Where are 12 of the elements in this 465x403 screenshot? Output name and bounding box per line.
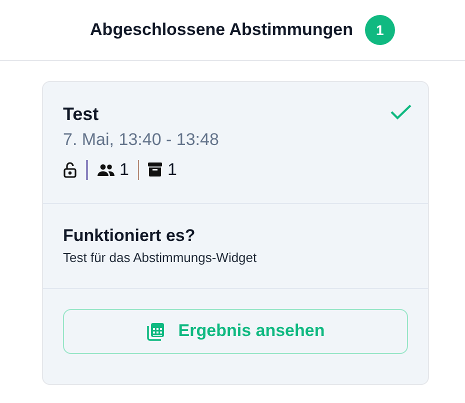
participant-count: 1 [120, 159, 129, 181]
people-icon [96, 164, 114, 176]
archive-icon [148, 162, 162, 178]
question-description: Test für das Abstimmungs-Widget [63, 248, 258, 267]
archive-count: 1 [167, 159, 177, 181]
count-badge: 1 [364, 15, 395, 45]
poll-title: Test [63, 103, 100, 126]
section-title: Abgeschlossene Abstimmungen [90, 19, 353, 42]
poll-time: 7. Mai, 13:40 - 13:48 [63, 129, 220, 151]
question-title: Funktioniert es? [63, 224, 196, 246]
calculator-icon [146, 322, 166, 340]
view-results-button[interactable]: Ergebnis ansehen [63, 308, 408, 354]
